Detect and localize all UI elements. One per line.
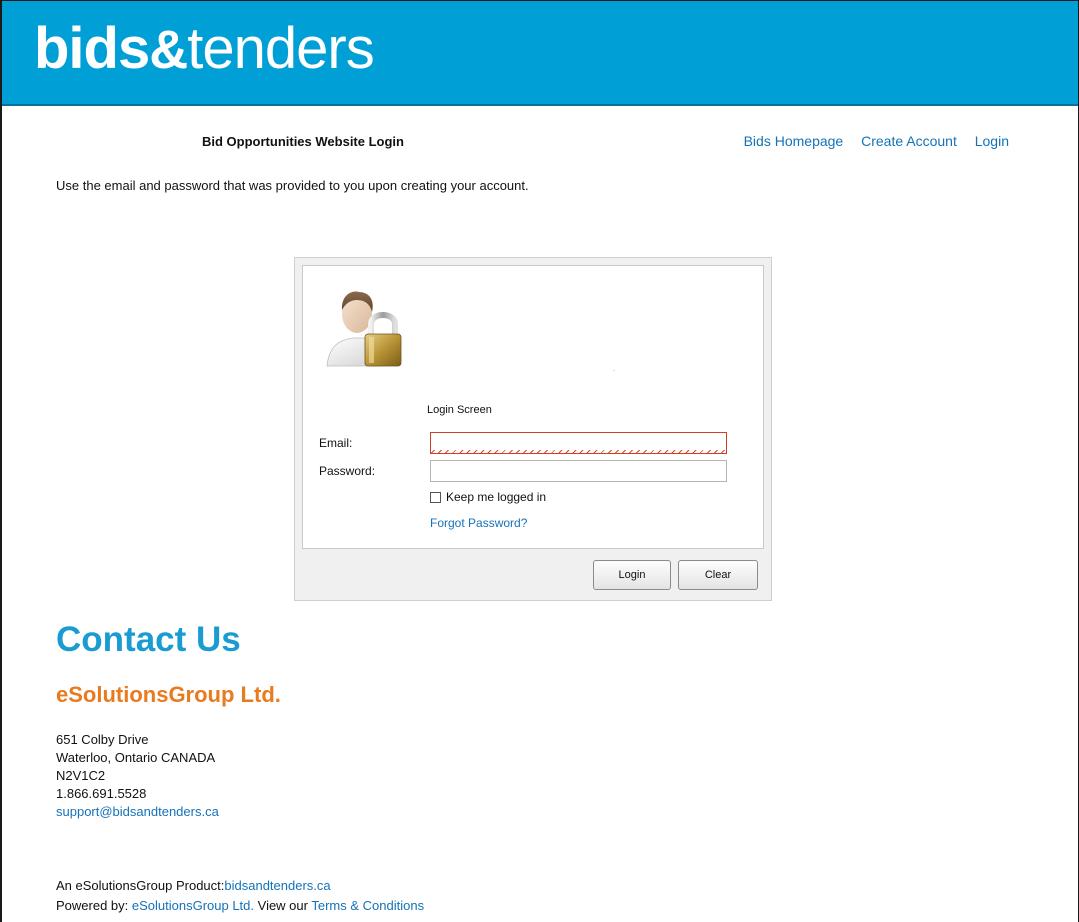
password-label: Password:	[319, 464, 376, 478]
footer-powered-link[interactable]: eSolutionsGroup Ltd.	[132, 898, 254, 913]
page-title: Bid Opportunities Website Login	[202, 134, 404, 149]
site-header: bids&tenders	[0, 0, 1079, 106]
bids-and-tenders-logo[interactable]: bids&tenders	[34, 14, 375, 85]
logo-part-bids: bids	[34, 16, 150, 81]
footer-product-line: An eSolutionsGroup Product:bidsandtender…	[56, 876, 424, 896]
footer-view-prefix: View our	[254, 898, 312, 913]
email-label: Email:	[319, 436, 353, 450]
footer-powered-prefix: Powered by:	[56, 898, 132, 913]
login-screen-label: Login Screen	[427, 404, 492, 416]
login-instructions: Use the email and password that was prov…	[56, 178, 529, 193]
contact-us-heading: Contact Us	[56, 620, 241, 659]
logo-part-tenders: tenders	[187, 16, 374, 81]
nav-bids-homepage-link[interactable]: Bids Homepage	[744, 133, 844, 149]
contact-address: 651 Colby Drive Waterloo, Ontario CANADA…	[56, 731, 219, 821]
footer-terms-link[interactable]: Terms & Conditions	[311, 898, 424, 913]
email-field[interactable]	[430, 432, 727, 454]
address-postal-code: N2V1C2	[56, 768, 106, 783]
keep-logged-in-label[interactable]: Keep me logged in	[446, 490, 546, 504]
clear-button[interactable]: Clear	[678, 560, 758, 590]
company-heading: eSolutionsGroup Ltd.	[56, 682, 281, 707]
footer-product-link[interactable]: bidsandtenders.ca	[224, 878, 330, 893]
footer-product-prefix: An eSolutionsGroup Product:	[56, 878, 225, 893]
logo-ampersand: &	[149, 20, 188, 80]
password-field[interactable]	[430, 460, 727, 482]
address-line-city: Waterloo, Ontario CANADA	[56, 750, 216, 765]
nav-create-account-link[interactable]: Create Account	[861, 133, 957, 149]
keep-logged-in-row[interactable]: Keep me logged in	[430, 490, 546, 504]
top-nav: Bids Homepage Create Account Login	[730, 133, 1009, 149]
decorative-dot: .	[613, 364, 616, 373]
login-form: . Login Screen Email: Password: Keep me …	[302, 265, 764, 549]
nav-login-link[interactable]: Login	[975, 133, 1009, 149]
site-footer: An eSolutionsGroup Product:bidsandtender…	[56, 876, 424, 916]
support-email-link[interactable]: support@bidsandtenders.ca	[56, 804, 219, 819]
address-line-street: 651 Colby Drive	[56, 732, 149, 747]
login-panel: . Login Screen Email: Password: Keep me …	[294, 257, 772, 601]
contact-phone: 1.866.691.5528	[56, 786, 147, 801]
footer-powered-line: Powered by: eSolutionsGroup Ltd. View ou…	[56, 896, 424, 916]
keep-logged-in-checkbox[interactable]	[430, 491, 441, 503]
user-lock-icon	[326, 291, 402, 367]
forgot-password-link[interactable]: Forgot Password?	[430, 516, 527, 530]
login-button[interactable]: Login	[593, 560, 671, 590]
